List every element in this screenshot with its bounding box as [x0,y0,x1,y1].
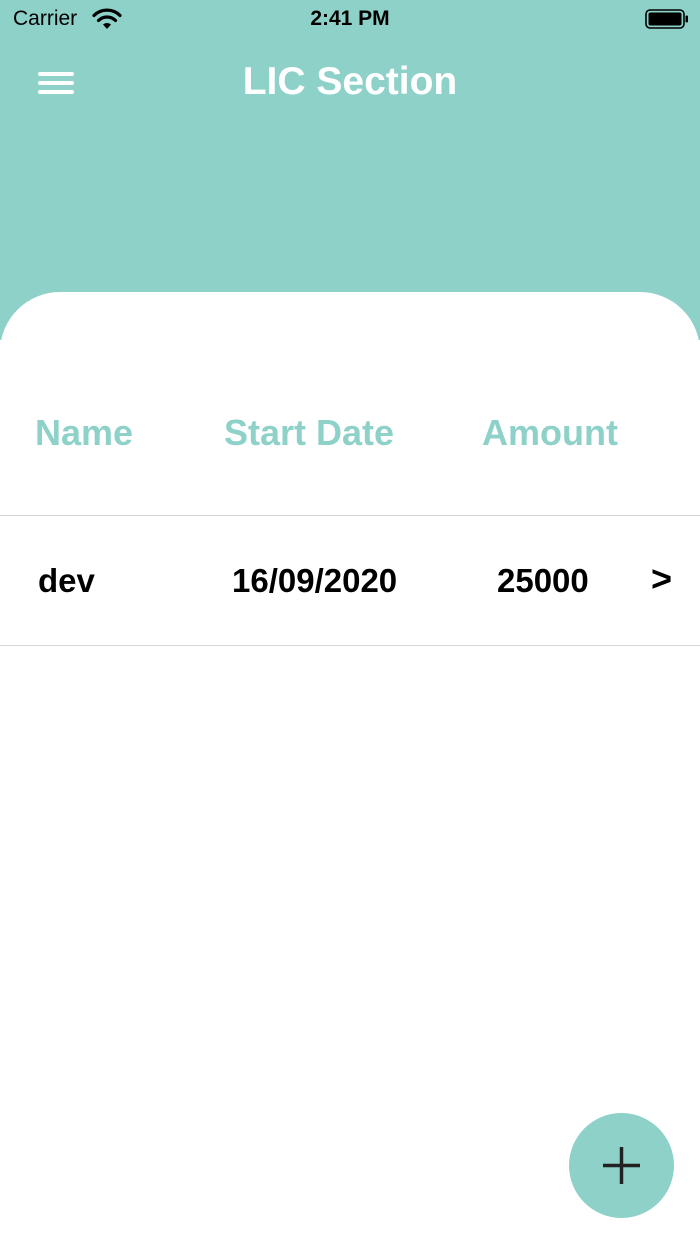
plus-icon [603,1147,640,1184]
cell-name: dev [38,562,95,599]
column-header-name: Name [35,412,134,453]
cell-start-date: 16/09/2020 [232,562,398,599]
status-time: 2:41 PM [310,7,390,30]
cell-amount: 25000 [497,562,589,599]
column-header-start-date: Start Date [224,412,395,453]
header-background [0,0,700,340]
column-header-amount: Amount [482,412,618,453]
add-button[interactable] [569,1113,674,1218]
table-row[interactable]: dev 16/09/2020 25000 > [0,516,700,645]
status-bar: Carrier 2:41 PM [0,0,700,40]
battery-icon [645,9,688,29]
chevron-right-icon[interactable]: > [651,558,672,600]
row-divider-bottom [0,645,700,646]
page-title: LIC Section [242,60,458,103]
